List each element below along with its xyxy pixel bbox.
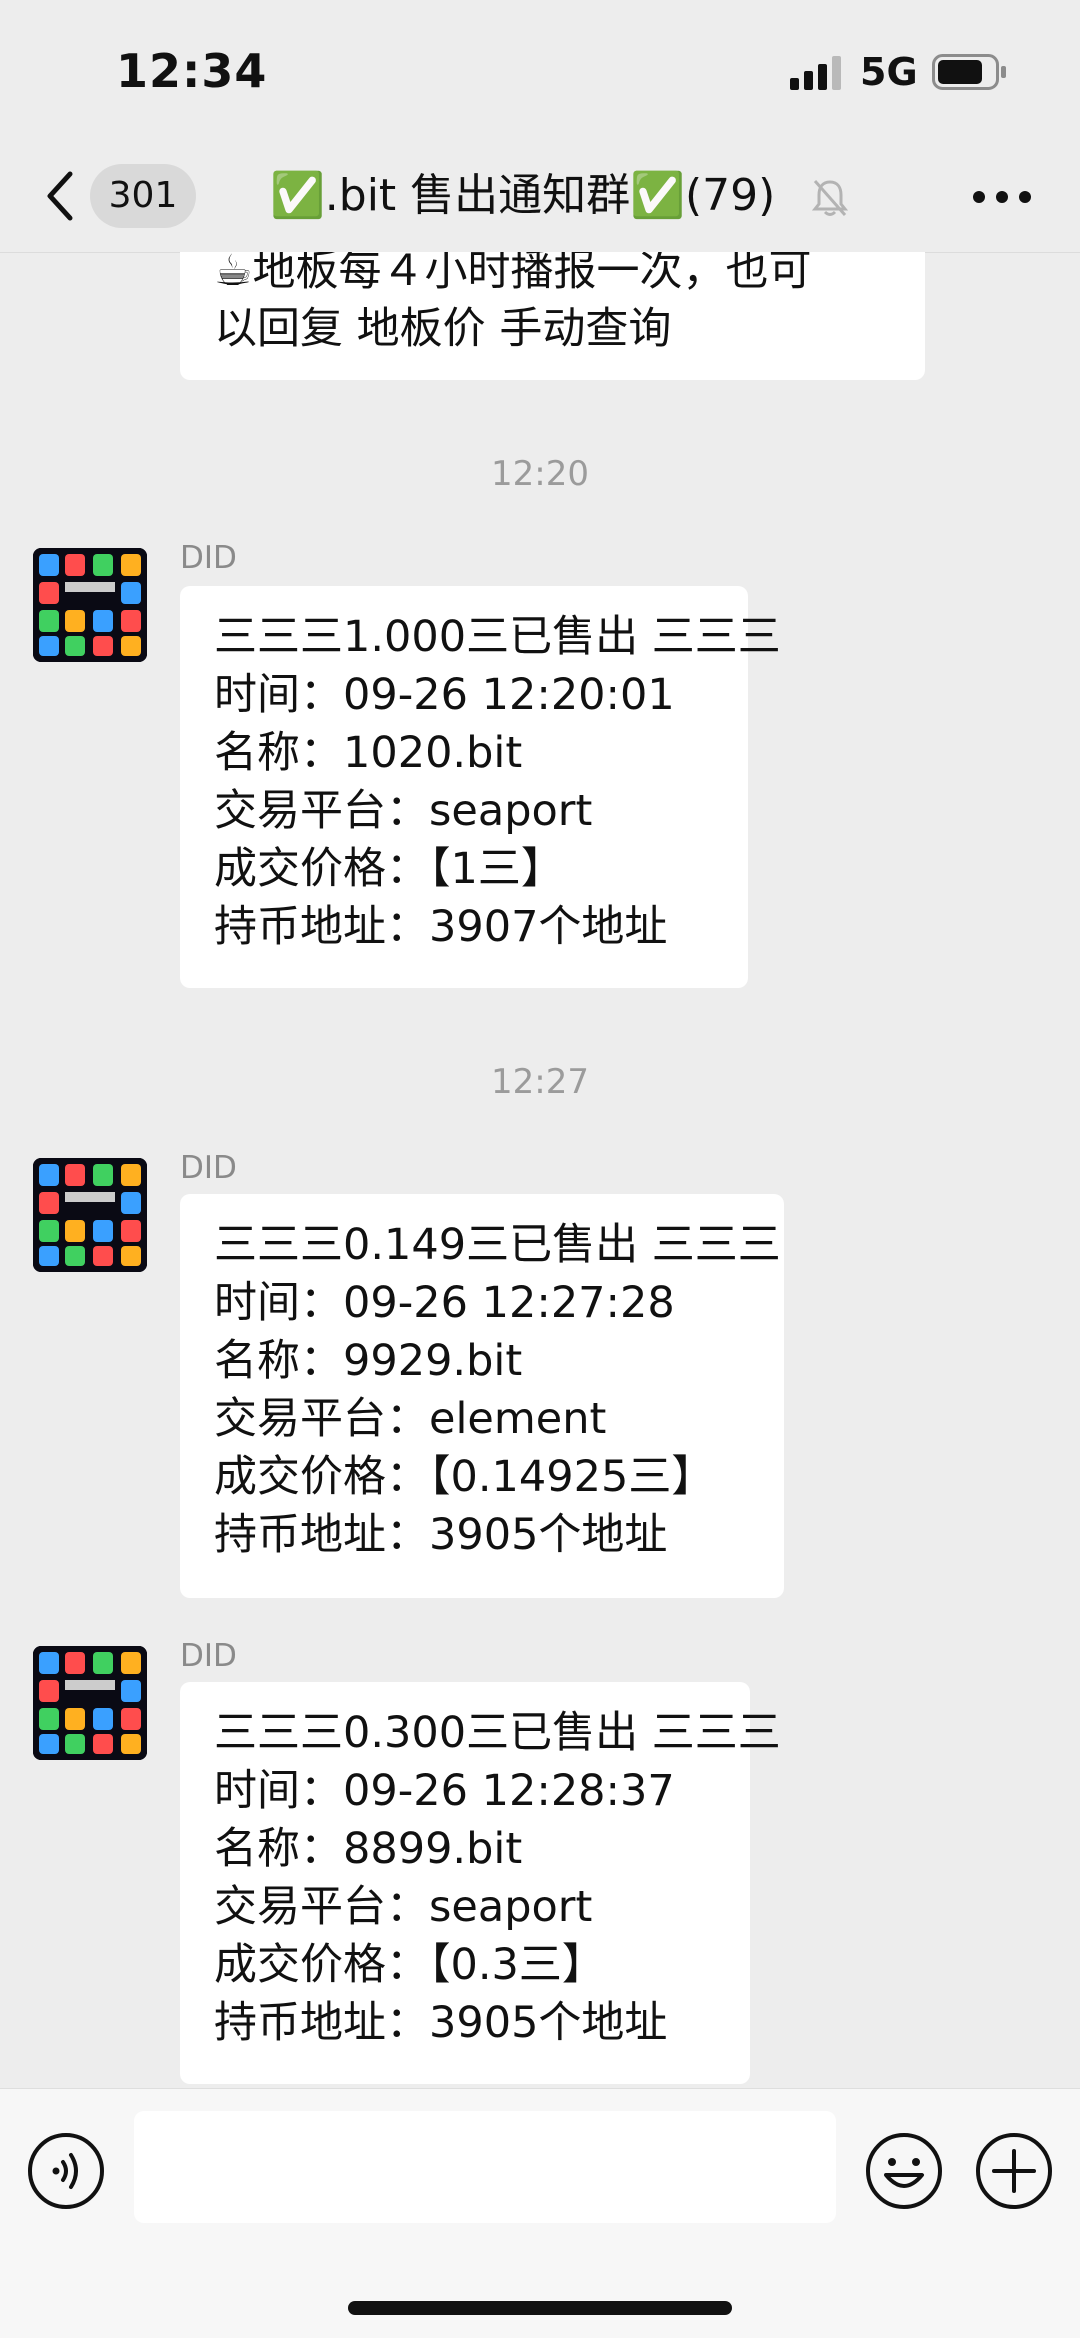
status-bar: 12:34 5G bbox=[0, 0, 1080, 140]
message-line: 交易平台：seaport bbox=[214, 786, 593, 836]
more-dots-icon[interactable] bbox=[972, 190, 1032, 204]
message-line: 三三三0.149三已售出 三三三 bbox=[214, 1220, 781, 1270]
message-line: 持币地址：3905个地址 bbox=[214, 1998, 668, 2048]
avatar[interactable] bbox=[33, 1158, 147, 1272]
chevron-left-icon[interactable] bbox=[40, 166, 80, 226]
message-bubble[interactable]: 三三三0.149三已售出 三三三 时间：09-26 12:27:28 名称：99… bbox=[180, 1194, 784, 1598]
network-label: 5G bbox=[860, 50, 918, 94]
message-line: ☕地板每４小时播报一次，也可 bbox=[214, 252, 812, 296]
message-line: 交易平台：seaport bbox=[214, 1882, 593, 1932]
message-list[interactable]: ☕地板每４小时播报一次，也可 以回复 地板价 手动查询 12:20 DID 三三… bbox=[0, 252, 1080, 2088]
sender-name: DID bbox=[180, 1150, 237, 1186]
message-line: 名称：9929.bit bbox=[214, 1336, 523, 1386]
message-line: 名称：8899.bit bbox=[214, 1824, 523, 1874]
message-input[interactable] bbox=[134, 2111, 836, 2223]
avatar-image bbox=[33, 1646, 147, 1760]
chat-header: 301 ✅.bit 售出通知群✅(79) bbox=[0, 140, 1080, 253]
home-indicator bbox=[348, 2301, 732, 2315]
unread-count-badge[interactable]: 301 bbox=[90, 164, 196, 228]
message-line: 名称：1020.bit bbox=[214, 728, 523, 778]
voice-icon[interactable] bbox=[26, 2131, 106, 2211]
sender-name: DID bbox=[180, 540, 237, 576]
message-line: 三三三1.000三已售出 三三三 bbox=[214, 612, 781, 662]
message-line: 时间：09-26 12:28:37 bbox=[214, 1766, 675, 1816]
message-line: 交易平台：element bbox=[214, 1394, 607, 1444]
avatar-image bbox=[33, 548, 147, 662]
message-line: 时间：09-26 12:27:28 bbox=[214, 1278, 675, 1328]
avatar[interactable] bbox=[33, 548, 147, 662]
message-line: 持币地址：3905个地址 bbox=[214, 1510, 668, 1560]
message-line: 成交价格：【1三】 bbox=[214, 844, 564, 894]
timestamp: 12:20 bbox=[491, 454, 589, 494]
message-line: 持币地址：3907个地址 bbox=[214, 902, 668, 952]
message-line: 三三三0.300三已售出 三三三 bbox=[214, 1708, 781, 1758]
message-bubble[interactable]: 三三三1.000三已售出 三三三 时间：09-26 12:20:01 名称：10… bbox=[180, 586, 781, 988]
chat-title: ✅.bit 售出通知群✅(79) bbox=[270, 170, 776, 221]
message-line: 成交价格：【0.3三】 bbox=[214, 1940, 605, 1990]
plus-icon[interactable] bbox=[974, 2131, 1054, 2211]
message-line: 成交价格：【0.14925三】 bbox=[214, 1452, 715, 1502]
avatar[interactable] bbox=[33, 1646, 147, 1760]
message-bubble[interactable]: ☕地板每４小时播报一次，也可 以回复 地板价 手动查询 bbox=[180, 252, 925, 380]
battery-icon bbox=[932, 54, 1006, 90]
emoji-icon[interactable] bbox=[864, 2131, 944, 2211]
message-line: 以回复 地板价 手动查询 bbox=[214, 304, 672, 354]
avatar-image bbox=[33, 1158, 147, 1272]
signal-icon bbox=[790, 56, 841, 90]
bell-slash-icon bbox=[812, 180, 848, 216]
timestamp: 12:27 bbox=[491, 1062, 589, 1102]
status-time: 12:34 bbox=[116, 44, 268, 98]
sender-name: DID bbox=[180, 1638, 237, 1674]
message-line: 时间：09-26 12:20:01 bbox=[214, 670, 675, 720]
message-bubble[interactable]: 三三三0.300三已售出 三三三 时间：09-26 12:28:37 名称：88… bbox=[180, 1682, 781, 2084]
